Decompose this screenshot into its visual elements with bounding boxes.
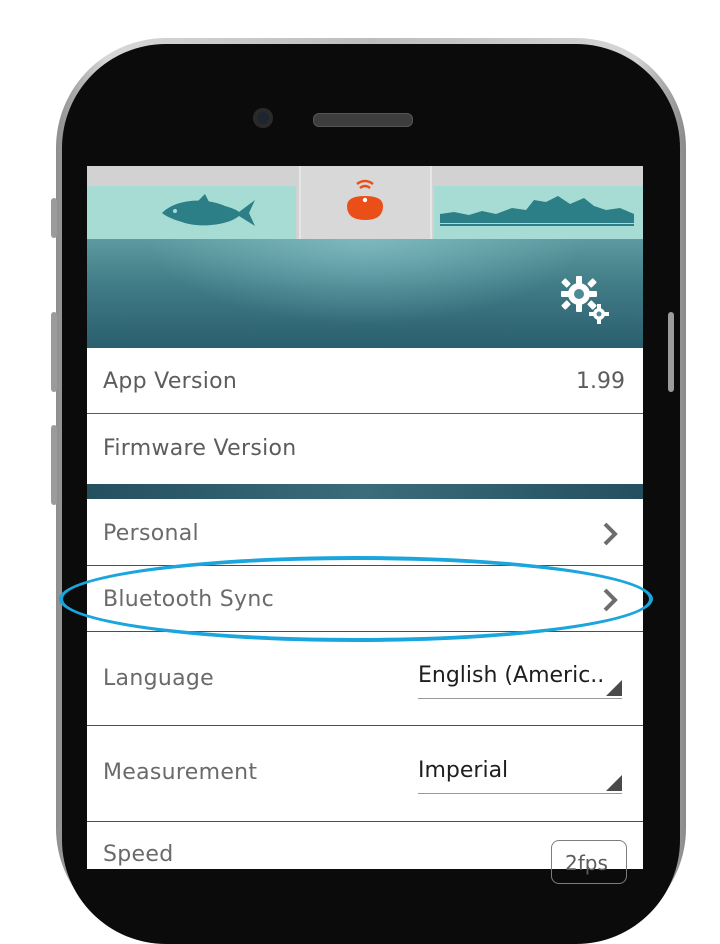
speed-value: 2fps bbox=[565, 851, 608, 875]
side-button bbox=[51, 198, 57, 238]
tab-fish-finder[interactable] bbox=[87, 186, 296, 239]
section-divider bbox=[87, 484, 643, 499]
power-button bbox=[668, 312, 674, 392]
measurement-select[interactable]: Imperial bbox=[418, 754, 622, 794]
volume-up-button bbox=[51, 312, 57, 392]
app-screen: App Version 1.99 Firmware Version Person… bbox=[87, 166, 643, 869]
row-language: Language English (Americ.. bbox=[87, 632, 643, 726]
fish-icon bbox=[162, 194, 255, 226]
mode-tab-bar bbox=[87, 166, 643, 239]
row-app-version: App Version 1.99 bbox=[87, 348, 643, 414]
tab-bottom-view[interactable] bbox=[434, 186, 643, 239]
dropdown-arrow-icon bbox=[606, 775, 622, 791]
measurement-select-value: Imperial bbox=[418, 758, 509, 783]
language-select-value: English (Americ.. bbox=[418, 663, 604, 688]
personal-label: Personal bbox=[103, 521, 199, 546]
row-firmware-version: Firmware Version bbox=[87, 414, 643, 484]
row-measurement: Measurement Imperial bbox=[87, 726, 643, 822]
gear-icon bbox=[561, 276, 609, 324]
speed-value-box[interactable]: 2fps bbox=[551, 840, 627, 884]
firmware-version-label: Firmware Version bbox=[103, 436, 297, 461]
dropdown-arrow-icon bbox=[606, 680, 622, 696]
measurement-label: Measurement bbox=[103, 760, 258, 785]
front-camera bbox=[253, 108, 273, 128]
bluetooth-sync-highlight bbox=[59, 556, 653, 642]
sonar-device-icon bbox=[347, 179, 383, 220]
app-version-label: App Version bbox=[103, 369, 238, 394]
chevron-right-icon bbox=[603, 522, 618, 546]
language-select[interactable]: English (Americ.. bbox=[418, 659, 622, 699]
settings-button[interactable] bbox=[557, 274, 617, 334]
language-label: Language bbox=[103, 666, 214, 691]
volume-down-button bbox=[51, 425, 57, 505]
bottom-contour-icon bbox=[440, 196, 634, 226]
app-version-value: 1.99 bbox=[576, 369, 625, 394]
underwater-header bbox=[87, 239, 643, 348]
tab-device[interactable] bbox=[299, 166, 432, 239]
speed-label: Speed bbox=[103, 842, 174, 867]
earpiece-speaker bbox=[313, 113, 413, 127]
